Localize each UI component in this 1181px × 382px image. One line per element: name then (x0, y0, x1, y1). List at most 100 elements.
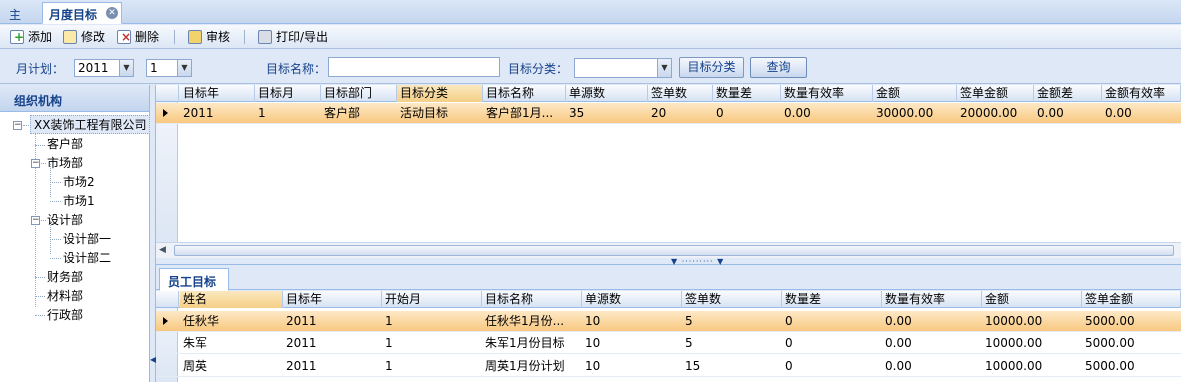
add-label: 添加 (28, 30, 53, 44)
col-header[interactable]: 开始月 (382, 291, 482, 308)
tree-node-design-1[interactable]: 设计部一 (63, 230, 111, 249)
sidebar-title: 组织机构 (0, 85, 149, 112)
col-header[interactable]: 签单金额 (957, 85, 1034, 102)
col-header[interactable]: 目标部门 (321, 85, 397, 102)
table-cell: 20000.00 (960, 106, 1018, 120)
year-select[interactable]: 2011 ▼ (74, 59, 134, 77)
chevron-down-icon[interactable]: ▼ (177, 60, 191, 76)
org-sidebar: 组织机构 − XX装饰工程有限公司 客户部 − 市场部 市场2 市场1 − 设计… (0, 85, 151, 382)
employee-target-grid: 姓名 目标年 开始月 目标名称 单源数 签单数 数量差 数量有效率 金额 签单金… (156, 291, 1181, 382)
col-header[interactable]: 目标分类 (397, 85, 483, 102)
edit-icon (63, 30, 77, 44)
col-header[interactable]: 金额有效率 (1102, 85, 1181, 102)
col-header[interactable]: 目标年 (283, 291, 382, 308)
col-header[interactable]: 目标年 (180, 85, 255, 102)
col-header[interactable]: 签单数 (682, 291, 782, 308)
chevron-down-icon[interactable]: ▼ (657, 59, 671, 77)
month-value: 1 (150, 61, 158, 75)
table-cell: 朱军 (183, 336, 208, 350)
col-header[interactable]: 金额 (873, 85, 957, 102)
table-cell: 任秋华1月份... (485, 314, 565, 328)
col-header[interactable]: 目标月 (255, 85, 321, 102)
table-cell: 15 (685, 359, 701, 373)
table-cell: 10000.00 (985, 359, 1043, 373)
table-cell: 客户部1月... (486, 106, 554, 120)
query-button[interactable]: 查询 (750, 57, 807, 78)
tree-line (50, 201, 61, 202)
toolbar-separator (244, 30, 245, 44)
tree-node-material[interactable]: 材料部 (47, 287, 83, 306)
table-cell: 1 (385, 314, 393, 328)
collapse-icon[interactable]: − (31, 159, 40, 168)
tree-node-finance[interactable]: 财务部 (47, 268, 83, 287)
tree-node-company[interactable]: XX装饰工程有限公司 (30, 115, 151, 134)
scrollbar-thumb[interactable] (174, 245, 1174, 256)
col-header[interactable]: 金额差 (1034, 85, 1102, 102)
tree-node-market-2[interactable]: 市场2 (63, 173, 95, 192)
tree-node-admin[interactable]: 行政部 (47, 306, 83, 325)
dept-grid-header: 目标年 目标月 目标部门 目标分类 目标名称 单源数 签单数 数量差 数量有效率… (156, 85, 1181, 102)
tab-monthly-target[interactable]: 月度目标 ✕ (42, 2, 122, 24)
target-name-label: 目标名称： (266, 62, 327, 76)
category-button[interactable]: 目标分类 (679, 57, 744, 78)
tree-line (35, 315, 45, 316)
table-cell: 周英 (183, 359, 208, 373)
edit-label: 修改 (81, 30, 106, 44)
col-header[interactable]: 数量差 (713, 85, 781, 102)
category-select[interactable]: ▼ (574, 58, 672, 78)
col-header[interactable]: 单源数 (566, 85, 648, 102)
col-header[interactable]: 单源数 (582, 291, 682, 308)
print-button[interactable]: 打印/导出 (256, 28, 328, 46)
close-icon[interactable]: ✕ (106, 7, 118, 19)
table-cell: 2011 (183, 106, 214, 120)
table-cell: 0 (785, 359, 793, 373)
col-header[interactable]: 数量有效率 (882, 291, 982, 308)
add-button[interactable]: 添加 (8, 28, 52, 46)
col-header[interactable]: 签单金额 (1082, 291, 1181, 308)
tree-node-market[interactable]: 市场部 (47, 154, 83, 173)
table-row[interactable]: 朱军 2011 1 朱军1月份目标 10 5 0 0.00 10000.00 5… (156, 333, 1181, 354)
table-cell: 5000.00 (1085, 359, 1135, 373)
table-cell: 朱军1月份目标 (485, 336, 565, 350)
col-header[interactable]: 目标名称 (483, 85, 566, 102)
emp-grid-header: 姓名 目标年 开始月 目标名称 单源数 签单数 数量差 数量有效率 金额 签单金… (156, 291, 1181, 308)
tree-node-market-1[interactable]: 市场1 (63, 192, 95, 211)
tab-home[interactable]: 主页 (2, 2, 38, 39)
tab-employee-target[interactable]: 员工目标 (159, 268, 229, 291)
collapse-icon[interactable]: − (31, 216, 40, 225)
delete-button[interactable]: 删除 (115, 28, 159, 46)
table-cell: 周英1月份计划 (485, 359, 565, 373)
table-row[interactable]: 周英 2011 1 周英1月份计划 10 15 0 0.00 10000.00 … (156, 356, 1181, 377)
splitter-grip-icon[interactable]: ▼ ········· ▼ (671, 258, 724, 266)
target-name-input[interactable] (328, 57, 500, 77)
col-header[interactable]: 金额 (982, 291, 1082, 308)
dept-target-grid: 目标年 目标月 目标部门 目标分类 目标名称 单源数 签单数 数量差 数量有效率… (156, 85, 1181, 242)
print-label: 打印/导出 (276, 30, 329, 44)
tree-node-design-2[interactable]: 设计部二 (63, 249, 111, 268)
collapse-icon[interactable]: − (13, 121, 22, 130)
table-cell: 2011 (286, 359, 317, 373)
edit-button[interactable]: 修改 (61, 28, 105, 46)
table-cell: 10000.00 (985, 336, 1043, 350)
chevron-down-icon[interactable]: ▼ (119, 60, 133, 76)
tree-node-customer[interactable]: 客户部 (47, 135, 83, 154)
scroll-left-icon[interactable]: ◀ (159, 245, 166, 255)
horizontal-scrollbar[interactable]: ◀ (156, 242, 1181, 258)
col-header[interactable]: 签单数 (648, 85, 713, 102)
audit-button[interactable]: 审核 (186, 28, 230, 46)
grid-splitter[interactable]: ▼ ········· ▼ (156, 258, 1181, 266)
table-cell: 0.00 (1037, 106, 1064, 120)
col-header[interactable]: 数量差 (782, 291, 882, 308)
table-row[interactable]: 任秋华 2011 1 任秋华1月份... 10 5 0 0.00 10000.0… (156, 311, 1181, 332)
row-indicator-header (156, 291, 179, 308)
table-cell: 20 (651, 106, 667, 120)
col-header[interactable]: 数量有效率 (781, 85, 873, 102)
col-header[interactable]: 姓名 (180, 291, 283, 308)
category-label: 目标分类： (508, 62, 569, 76)
table-cell: 活动目标 (400, 106, 449, 120)
tree-line (50, 258, 61, 259)
tree-node-design[interactable]: 设计部 (47, 211, 83, 230)
table-row[interactable]: 2011 1 客户部 活动目标 客户部1月... 35 20 0 0.00 30… (156, 103, 1181, 124)
month-select[interactable]: 1 ▼ (146, 59, 192, 77)
col-header[interactable]: 目标名称 (482, 291, 582, 308)
